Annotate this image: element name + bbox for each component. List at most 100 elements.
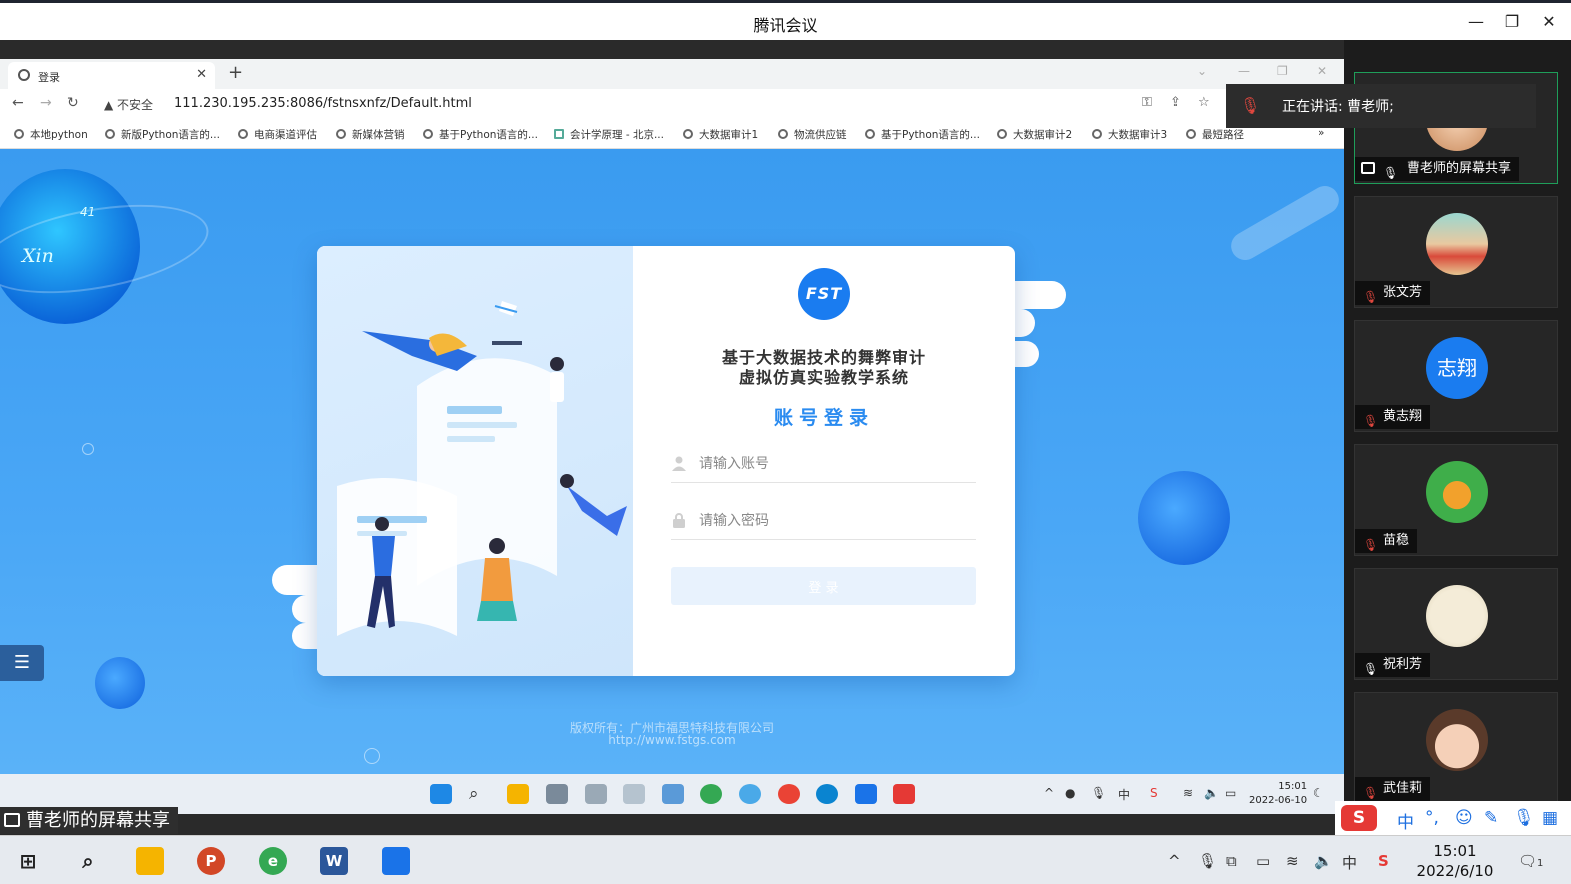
bookmark-item[interactable]: 新版Python语言的... (105, 127, 220, 142)
chrome-icon[interactable] (778, 784, 800, 804)
app-icon[interactable] (585, 784, 607, 804)
mic-icon[interactable]: 🎙 (1091, 786, 1106, 800)
browser-restore-icon[interactable]: ❐ (1277, 64, 1288, 78)
tab-close-icon[interactable]: ✕ (196, 67, 207, 82)
globe-icon (778, 129, 788, 139)
bookmark-item[interactable]: 基于Python语言的... (865, 127, 980, 142)
pen-icon[interactable]: ✎ (1484, 808, 1498, 828)
sogou-icon[interactable]: S (1378, 852, 1389, 870)
ie-icon[interactable] (739, 784, 761, 804)
bookmark-item[interactable]: 会计学原理 - 北京... (554, 127, 664, 142)
app-icon[interactable] (623, 784, 645, 804)
powerpoint-icon[interactable]: P (197, 847, 225, 875)
search-icon[interactable]: ⌕ (74, 847, 102, 875)
participant-tile[interactable]: 志翔 🎙 黄志翔 (1354, 320, 1558, 432)
bookmark-item[interactable]: 电商渠道评估 (238, 127, 317, 142)
search-icon[interactable]: ⌕ (469, 784, 491, 804)
new-tab-button[interactable]: + (228, 62, 243, 83)
browser-close-icon[interactable]: ✕ (1317, 64, 1327, 78)
wifi-icon[interactable]: ≋ (1286, 852, 1299, 870)
tencent-meeting-icon[interactable] (855, 784, 877, 804)
moon-icon[interactable]: ☾ (1313, 786, 1324, 800)
lock-icon (671, 512, 687, 528)
globe-icon (238, 129, 248, 139)
mic-icon[interactable]: 🎙 (1198, 852, 1217, 870)
ime-indicator[interactable]: 中 (1118, 786, 1130, 803)
tencent-meeting-icon[interactable] (382, 847, 410, 875)
battery-icon[interactable]: ▭ (1225, 786, 1236, 800)
share-icon[interactable]: ⇪ (1170, 95, 1181, 110)
avatar (1426, 213, 1488, 275)
mic-muted-icon[interactable]: 🎙 (1240, 96, 1260, 115)
bookmark-item[interactable]: 最短路径 (1186, 127, 1244, 142)
globe-icon (336, 129, 346, 139)
tab-login[interactable]: 登录 ✕ (8, 62, 215, 89)
copyright-url[interactable]: http://www.fstgs.com (0, 733, 1344, 747)
emoji-icon[interactable]: ☺ (1455, 808, 1473, 828)
wps-icon[interactable] (893, 784, 915, 804)
close-button[interactable]: ✕ (1538, 11, 1560, 33)
participant-tile[interactable]: 🎙 张文芳 (1354, 196, 1558, 308)
more-bookmarks-button[interactable]: » (1318, 127, 1324, 139)
bookmark-item[interactable]: 物流供应链 (778, 127, 847, 142)
back-arrow-icon[interactable]: ← (12, 95, 24, 111)
host-clock[interactable]: 15:01 2022/6/10 (1410, 841, 1500, 881)
mic-icon[interactable]: 🎙 (1513, 808, 1535, 828)
network-icon[interactable]: ⧉ (1226, 852, 1237, 870)
chrome-icon[interactable]: e (259, 847, 287, 875)
insecure-indicator[interactable]: ▲ 不安全 (104, 96, 153, 113)
reload-icon[interactable]: ↻ (67, 95, 79, 111)
participant-tile[interactable]: 🎙 武佳莉 (1354, 692, 1558, 804)
bookmark-item[interactable]: 基于Python语言的... (423, 127, 538, 142)
volume-icon[interactable]: 🔈 (1314, 852, 1333, 870)
ime-indicator[interactable]: 中 (1342, 852, 1357, 873)
remote-clock[interactable]: 15:01 2022-06-10 (1249, 780, 1307, 808)
battery-icon[interactable]: ▭ (1256, 852, 1270, 870)
volume-icon[interactable]: 🔈 (1204, 786, 1219, 800)
mic-muted-icon: 🎙 (1363, 414, 1379, 428)
bookmark-item[interactable]: 新媒体营销 (336, 127, 405, 142)
forward-arrow-icon[interactable]: → (40, 95, 52, 111)
key-icon[interactable]: ⚿ (1142, 95, 1152, 110)
bookmark-item[interactable]: 大数据审计2 (997, 127, 1072, 142)
windows-start-icon[interactable]: ⊞ (14, 847, 42, 875)
chevron-down-icon[interactable]: ⌄ (1197, 64, 1207, 78)
list-menu-button[interactable]: ☰ (0, 645, 44, 681)
app-icon[interactable] (662, 784, 684, 804)
minimize-button[interactable]: — (1465, 11, 1487, 33)
qq-icon[interactable]: ● (1065, 786, 1075, 800)
word-icon[interactable]: W (320, 847, 348, 875)
folder-icon[interactable] (507, 784, 529, 804)
folder-icon[interactable] (136, 847, 164, 875)
bookmark-item[interactable]: 本地python (14, 127, 88, 142)
browser-minimize-icon[interactable]: — (1238, 64, 1250, 78)
restore-button[interactable]: ❐ (1501, 11, 1523, 33)
ime-lang[interactable]: 中 (1397, 808, 1414, 833)
notification-icon[interactable]: 🗨1 (1518, 852, 1543, 870)
participant-tile[interactable]: 🎙 苗稳 (1354, 444, 1558, 556)
globe-icon (1092, 129, 1102, 139)
password-input[interactable] (699, 508, 969, 534)
tray-chevron-icon[interactable]: ^ (1168, 852, 1181, 870)
windows-start-icon[interactable] (430, 784, 452, 804)
planet-text: Xin (22, 245, 54, 267)
chrome-icon[interactable] (700, 784, 722, 804)
app-icon[interactable] (546, 784, 568, 804)
url-field[interactable]: ▲ 不安全 111.230.195.235:8086/fstnsxnfz/Def… (96, 92, 1226, 116)
ime-punct[interactable]: °, (1425, 808, 1439, 828)
account-input[interactable] (699, 451, 969, 477)
sogou-logo-icon[interactable]: S (1341, 805, 1377, 831)
tray-chevron-icon[interactable]: ^ (1044, 786, 1054, 800)
sogou-icon[interactable]: S (1150, 786, 1158, 800)
wifi-icon[interactable]: ≋ (1183, 786, 1193, 800)
participant-tile[interactable]: 🎙 祝利芳 (1354, 568, 1558, 680)
star-icon[interactable]: ☆ (1198, 95, 1210, 110)
mic-icon: 🎙 (1363, 662, 1379, 676)
globe-icon (423, 129, 433, 139)
bookmark-item[interactable]: 大数据审计3 (1092, 127, 1167, 142)
login-button[interactable]: 登 录 (671, 567, 976, 605)
grid-icon[interactable]: ▦ (1542, 808, 1558, 828)
bookmark-item[interactable]: 大数据审计1 (683, 127, 758, 142)
edge-icon[interactable] (816, 784, 838, 804)
grid-icon (554, 129, 564, 139)
